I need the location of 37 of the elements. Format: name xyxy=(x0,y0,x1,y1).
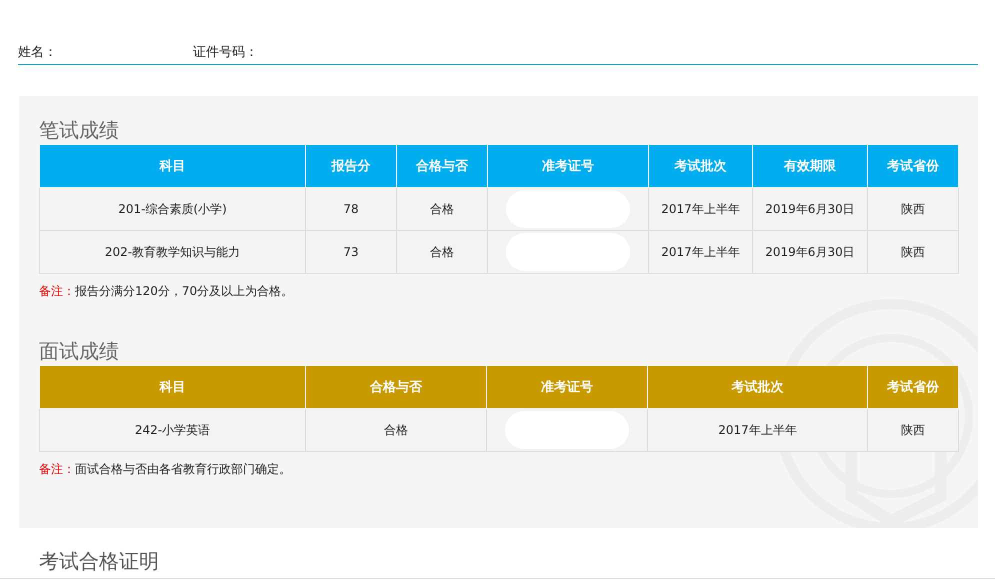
table-cell: 2017年上半年 xyxy=(648,230,752,274)
column-header: 报告分 xyxy=(306,145,396,188)
column-header: 考试批次 xyxy=(648,366,868,408)
table-cell: 78 xyxy=(306,188,396,230)
note-label: 备注： xyxy=(39,284,75,298)
column-header: 合格与否 xyxy=(396,145,488,188)
table-cell: 2019年6月30日 xyxy=(752,188,868,230)
table-cell: 陕西 xyxy=(868,188,958,230)
note-text: 报告分满分120分，70分及以上为合格。 xyxy=(75,284,294,298)
column-header: 考试省份 xyxy=(868,145,958,188)
table-cell: 陕西 xyxy=(868,408,958,452)
section-title: 考试合格证明 xyxy=(39,548,160,575)
table-cell: 2017年上半年 xyxy=(648,408,868,452)
table-cell: 202-教育教学知识与能力 xyxy=(40,230,306,274)
note-label: 备注： xyxy=(39,462,75,476)
column-header: 科目 xyxy=(40,366,306,408)
column-header: 准考证号 xyxy=(488,145,648,188)
field-label: 姓名： xyxy=(18,44,58,61)
note-text: 面试合格与否由各省教育行政部门确定。 xyxy=(75,462,291,476)
table-cell: 合格 xyxy=(396,230,488,274)
table-cell: 242-小学英语 xyxy=(40,408,306,452)
section-title: 笔试成绩 xyxy=(39,117,120,144)
column-header: 有效期限 xyxy=(752,145,868,188)
table-cell: 陕西 xyxy=(868,230,958,274)
table-cell: 2019年6月30日 xyxy=(752,230,868,274)
field-label: 证件号码： xyxy=(193,44,258,61)
column-header: 考试批次 xyxy=(648,145,752,188)
column-header: 科目 xyxy=(40,145,306,188)
column-header: 考试省份 xyxy=(868,366,958,408)
column-header: 合格与否 xyxy=(306,366,486,408)
table-cell: 合格 xyxy=(396,188,488,230)
table-cell: 73 xyxy=(306,230,396,274)
column-header: 准考证号 xyxy=(486,366,648,408)
table-cell: 合格 xyxy=(306,408,486,452)
table-cell: 201-综合素质(小学) xyxy=(40,188,306,230)
section-title: 面试成绩 xyxy=(39,338,120,365)
table-cell: 2017年上半年 xyxy=(648,188,752,230)
